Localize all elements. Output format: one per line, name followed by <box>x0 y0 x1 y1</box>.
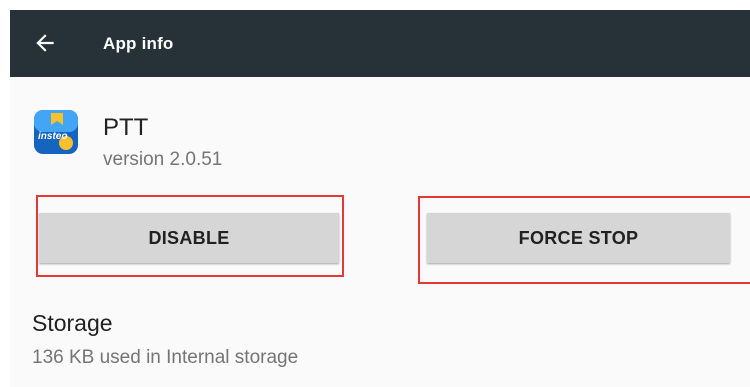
arrow-left-icon <box>36 34 54 52</box>
storage-title[interactable]: Storage <box>32 310 113 337</box>
app-icon-text: insteo <box>38 131 67 142</box>
page-title: App info <box>103 34 174 53</box>
ptt-app-icon: insteo <box>33 109 79 155</box>
storage-summary: 136 KB used in Internal storage <box>32 347 299 368</box>
force-stop-highlight-box <box>418 196 750 284</box>
disable-highlight-box <box>36 195 344 277</box>
app-name: PTT <box>103 114 149 141</box>
back-button[interactable] <box>32 30 58 56</box>
app-info-screen: App info insteo PTT version 2.0.51 DISAB… <box>10 10 750 387</box>
app-version: version 2.0.51 <box>103 149 223 170</box>
toolbar: App info <box>10 10 750 77</box>
